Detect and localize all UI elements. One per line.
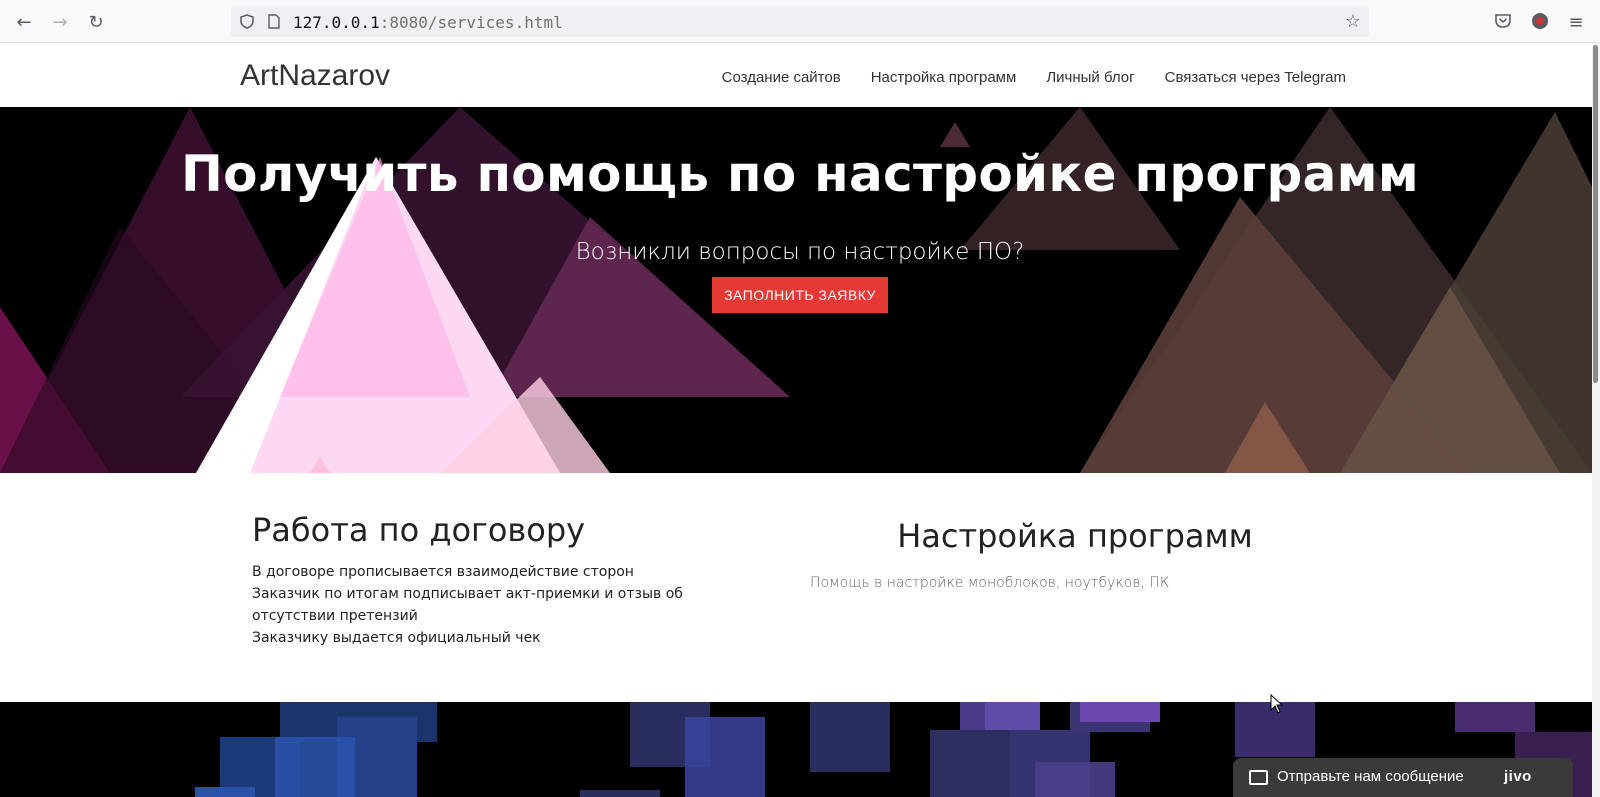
- chat-widget[interactable]: Отправьте нам сообщение jivo: [1233, 758, 1573, 797]
- bookmark-star-icon[interactable]: ☆: [1345, 11, 1361, 32]
- url-host: 127.0.0.1: [293, 13, 380, 32]
- menu-item-software-setup[interactable]: Настройка программ: [871, 69, 1017, 86]
- browser-toolbar: ← → ↻ 127.0.0.1:8080/services.html ☆ ≡: [0, 0, 1600, 43]
- reload-icon[interactable]: ↻: [84, 10, 108, 34]
- site-brand[interactable]: ArtNazarov: [240, 59, 390, 93]
- extension-icon[interactable]: [1531, 12, 1549, 30]
- list-item: Заказчику выдается официальный чек: [252, 630, 541, 646]
- hero-banner: Получить помощь по настройке программ Во…: [0, 107, 1592, 473]
- shield-icon[interactable]: [240, 14, 254, 29]
- list-item: В договоре прописывается взаимодействие …: [252, 564, 634, 580]
- fill-request-button[interactable]: ЗАПОЛНИТЬ ЗАЯВКУ: [712, 277, 888, 313]
- mail-icon: [1249, 770, 1268, 785]
- contract-heading: Работа по договору: [252, 511, 586, 549]
- page-icon: [268, 14, 280, 29]
- hero-subtitle: Возникли вопросы по настройке ПО?: [575, 239, 1025, 265]
- pocket-icon[interactable]: [1494, 12, 1512, 30]
- services-description: Помощь в настройке моноблоков, ноутбуков…: [810, 575, 1170, 591]
- forward-arrow-icon[interactable]: →: [48, 10, 72, 34]
- services-content: Работа по договору В договоре прописывае…: [0, 473, 1592, 702]
- chat-message-label: Отправьте нам сообщение: [1277, 768, 1464, 785]
- url-bar[interactable]: 127.0.0.1:8080/services.html ☆: [231, 6, 1369, 37]
- back-arrow-icon[interactable]: ←: [12, 10, 36, 34]
- hero-title: Получить помощь по настройке программ: [180, 145, 1419, 203]
- menu-item-telegram[interactable]: Связаться через Telegram: [1165, 69, 1346, 86]
- site-header: ArtNazarov Создание сайтов Настройка про…: [0, 43, 1592, 107]
- url-text[interactable]: 127.0.0.1:8080/services.html: [293, 13, 563, 32]
- menu-hamburger-icon[interactable]: ≡: [1564, 10, 1588, 34]
- jivo-logo: jivo: [1504, 768, 1532, 785]
- contract-column: Работа по договору В договоре прописывае…: [252, 511, 752, 649]
- services-column: Настройка программ Помощь в настройке мо…: [810, 517, 1340, 591]
- main-menu: Создание сайтов Настройка программ Личны…: [722, 69, 1346, 86]
- page-scrollbar[interactable]: [1592, 43, 1600, 797]
- url-path: :8080/services.html: [379, 13, 563, 32]
- scrollbar-thumb[interactable]: [1593, 45, 1598, 383]
- services-heading: Настройка программ: [897, 517, 1253, 555]
- contract-list: В договоре прописывается взаимодействие …: [252, 561, 752, 649]
- menu-item-blog[interactable]: Личный блог: [1046, 69, 1134, 86]
- menu-item-websites[interactable]: Создание сайтов: [722, 69, 841, 86]
- list-item: Заказчик по итогам подписывает акт-прием…: [252, 586, 683, 624]
- mouse-cursor-icon: [1270, 694, 1284, 714]
